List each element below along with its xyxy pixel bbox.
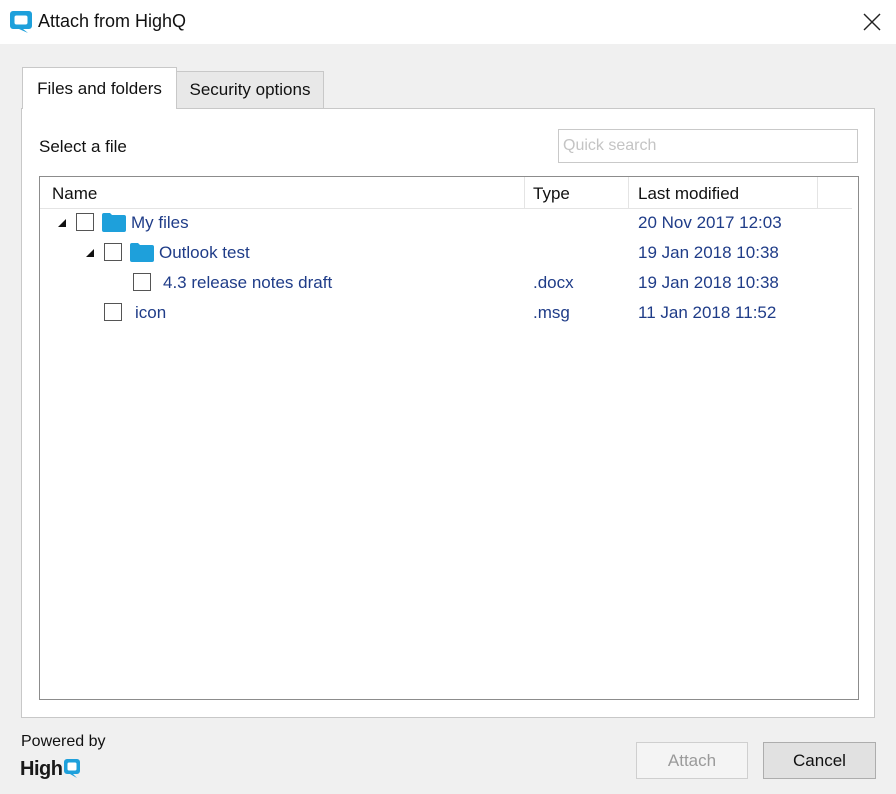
close-button[interactable] [854, 4, 890, 40]
attach-button[interactable]: Attach [636, 742, 748, 779]
table-row[interactable]: 4.3 release notes draft .docx 19 Jan 201… [40, 269, 852, 299]
table-row[interactable]: Outlook test 19 Jan 2018 10:38 [40, 239, 852, 269]
row-checkbox[interactable] [133, 273, 151, 291]
title-bar: Attach from HighQ [0, 0, 896, 44]
tab-files-and-folders[interactable]: Files and folders [22, 67, 177, 109]
table-row[interactable]: icon .msg 11 Jan 2018 11:52 [40, 299, 852, 329]
cancel-button-label: Cancel [793, 750, 846, 770]
table-row[interactable]: My files 20 Nov 2017 12:03 [40, 209, 852, 239]
row-checkbox[interactable] [104, 243, 122, 261]
attach-dialog: Attach from HighQ Files and folders Secu… [0, 0, 896, 794]
close-icon [863, 13, 881, 31]
window-title: Attach from HighQ [38, 11, 187, 31]
row-checkbox[interactable] [104, 303, 122, 321]
row-name: Outlook test [159, 243, 250, 262]
row-name: 4.3 release notes draft [163, 273, 333, 292]
expand-triangle-icon[interactable] [58, 219, 66, 227]
highq-app-icon [10, 11, 32, 33]
row-modified: 11 Jan 2018 11:52 [638, 303, 777, 322]
file-tree-grid: Name Type Last modified My files 20 Nov … [39, 176, 859, 700]
select-file-label: Select a file [39, 137, 127, 156]
row-checkbox[interactable] [76, 213, 94, 231]
row-name: My files [131, 213, 189, 232]
folder-icon [130, 243, 154, 262]
tab-security-options-label: Security options [189, 80, 311, 99]
files-and-folders-panel: Select a file Name Type Last modified My… [21, 108, 875, 718]
tab-files-and-folders-label: Files and folders [37, 78, 162, 98]
column-header-last-modified[interactable]: Last modified [629, 177, 818, 208]
svg-text:High: High [20, 758, 62, 780]
row-type: .docx [533, 273, 574, 292]
folder-icon [102, 213, 126, 232]
row-modified: 19 Jan 2018 10:38 [638, 273, 779, 292]
powered-by-label: Powered by [21, 733, 106, 750]
grid-header: Name Type Last modified [40, 177, 852, 209]
row-modified: 19 Jan 2018 10:38 [638, 243, 779, 262]
tab-security-options[interactable]: Security options [176, 71, 324, 108]
expand-triangle-icon[interactable] [86, 249, 94, 257]
row-type: .msg [533, 303, 570, 322]
cancel-button[interactable]: Cancel [763, 742, 876, 779]
column-header-name[interactable]: Name [40, 177, 525, 208]
attach-button-label: Attach [667, 750, 717, 770]
row-modified: 20 Nov 2017 12:03 [638, 213, 782, 232]
highq-logo: High [20, 758, 80, 780]
quick-search-input[interactable] [558, 129, 858, 163]
row-name: icon [135, 303, 167, 322]
column-header-type[interactable]: Type [525, 177, 629, 208]
